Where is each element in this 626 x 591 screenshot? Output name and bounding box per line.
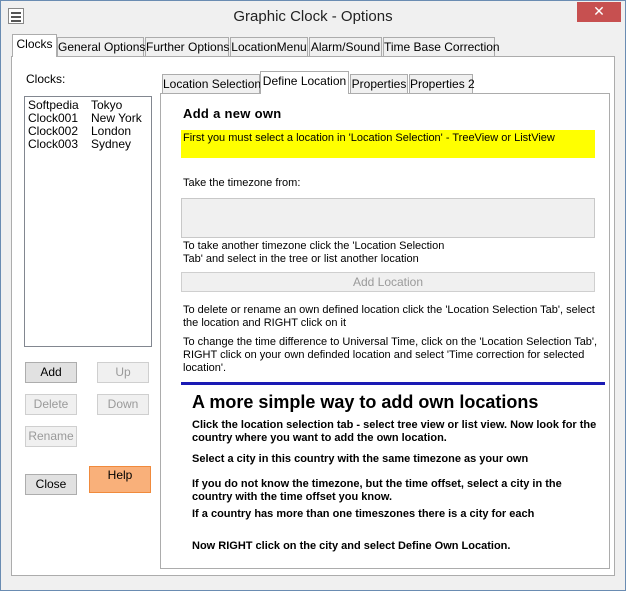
up-button[interactable]: Up bbox=[97, 362, 149, 383]
add-new-heading: Add a new own bbox=[183, 106, 282, 121]
tab-alarm-sound[interactable]: Alarm/Sound bbox=[309, 37, 382, 57]
simple-way-heading: A more simple way to add own locations bbox=[192, 392, 539, 412]
simple-step-1: Click the location selection tab - selec… bbox=[192, 419, 597, 444]
tab-general-options[interactable]: General Options bbox=[57, 37, 145, 57]
simple-step-4: If a country has more than one timeszone… bbox=[192, 508, 535, 520]
define-location-pane: Add a new own First you must select a lo… bbox=[160, 93, 610, 569]
clock-name: Clock003 bbox=[28, 137, 79, 151]
delete-rename-text: To delete or rename an own defined locat… bbox=[183, 304, 595, 329]
close-button[interactable]: Close bbox=[25, 474, 77, 495]
rename-button[interactable]: Rename bbox=[25, 426, 77, 447]
clocks-label: Clocks: bbox=[26, 72, 66, 86]
simple-step-2: Select a city in this country with the s… bbox=[192, 453, 529, 465]
tab-define-location[interactable]: Define Location bbox=[260, 71, 349, 94]
close-window-button[interactable]: ✕ bbox=[577, 2, 621, 22]
tab-location-menu[interactable]: LocationMenu bbox=[230, 37, 308, 57]
other-timezone-text: To take another timezone click the 'Loca… bbox=[183, 240, 445, 265]
clocks-tab-pane: Clocks: Softpedia Tokyo Clock001 New Yor… bbox=[11, 56, 615, 576]
add-location-button[interactable]: Add Location bbox=[181, 272, 595, 292]
tab-time-base-correction[interactable]: Time Base Correction bbox=[383, 37, 500, 57]
options-window: Graphic Clock - Options ✕ Clocks General… bbox=[0, 0, 626, 591]
tab-further-options[interactable]: Further Options bbox=[145, 37, 229, 57]
section-divider bbox=[181, 382, 605, 385]
timezone-label: Take the timezone from: bbox=[183, 177, 301, 189]
clocks-listbox[interactable]: Softpedia Tokyo Clock001 New York Clock0… bbox=[24, 96, 152, 347]
selection-hint: First you must select a location in 'Loc… bbox=[181, 130, 595, 158]
help-button[interactable]: Help bbox=[89, 466, 151, 493]
tab-location-selection[interactable]: Location Selection bbox=[162, 74, 261, 94]
down-button[interactable]: Down bbox=[97, 394, 149, 415]
clock-city: Sydney bbox=[91, 137, 132, 151]
time-difference-text: To change the time difference to Univers… bbox=[183, 336, 598, 374]
window-title: Graphic Clock - Options bbox=[233, 8, 393, 25]
delete-button[interactable]: Delete bbox=[25, 394, 77, 415]
list-item[interactable]: Clock003 Sydney bbox=[28, 138, 148, 151]
add-button[interactable]: Add bbox=[25, 362, 77, 383]
tab-properties[interactable]: Properties bbox=[350, 74, 408, 94]
tab-properties-2[interactable]: Properties 2 bbox=[409, 74, 475, 94]
tab-clocks[interactable]: Clocks bbox=[12, 34, 57, 57]
simple-step-3: If you do not know the timezone, but the… bbox=[192, 478, 562, 503]
timezone-field[interactable] bbox=[181, 198, 595, 238]
title-bar: Graphic Clock - Options ✕ bbox=[1, 1, 625, 33]
simple-step-5: Now RIGHT click on the city and select D… bbox=[192, 540, 511, 552]
